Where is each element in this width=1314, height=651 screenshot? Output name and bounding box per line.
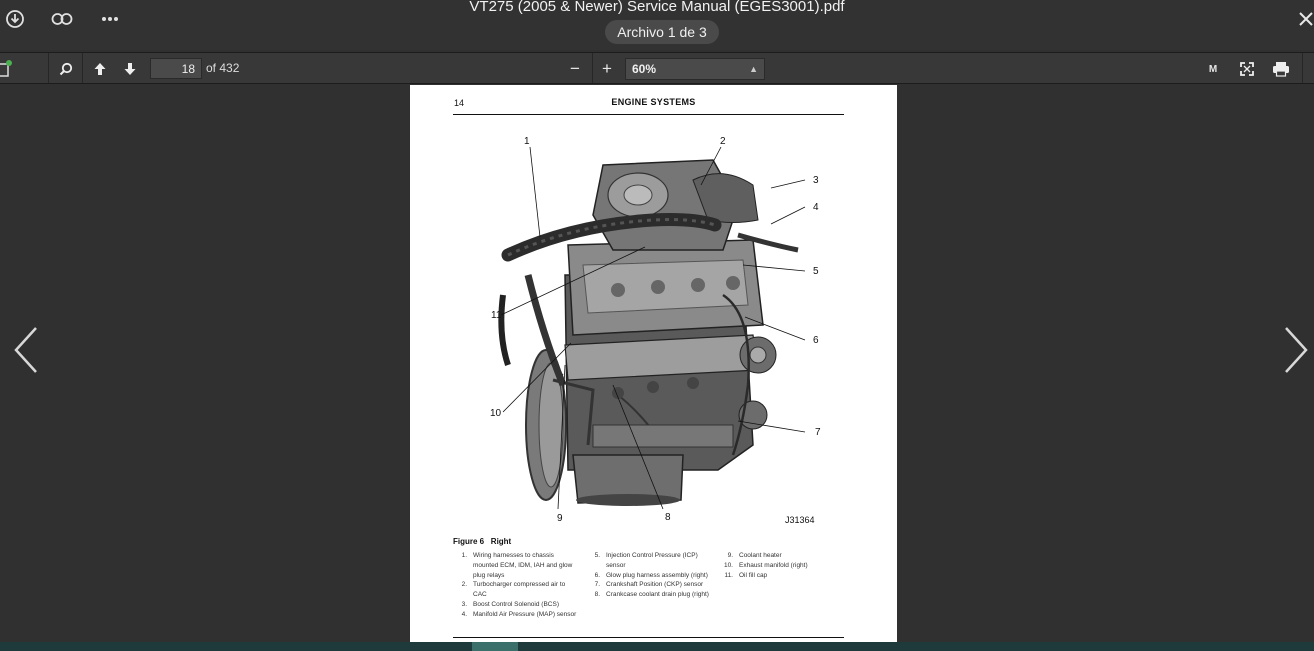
previous-file-arrow-icon[interactable] bbox=[8, 320, 48, 380]
legend-item: 5. Injection Control Pressure (ICP) senso… bbox=[594, 552, 698, 569]
engine-illustration: 1 2 3 4 5 6 7 8 9 10 11 J31364 bbox=[490, 136, 821, 525]
prev-page-icon[interactable] bbox=[88, 57, 112, 81]
next-page-icon[interactable] bbox=[118, 57, 142, 81]
pdf-toolbar: of 432 − + 60% ▲ M bbox=[0, 52, 1314, 84]
legend-column-3: 9. Coolant heater 10. Exhaust manifold (ri… bbox=[720, 551, 843, 580]
toolbar-divider bbox=[48, 53, 49, 83]
legend-item: 2. Turbocharger compressed air to CAC bbox=[461, 581, 566, 599]
callout-10: 10 bbox=[490, 408, 502, 419]
zoom-out-button[interactable]: − bbox=[564, 57, 586, 81]
callout-2: 2 bbox=[720, 136, 726, 147]
callout-3: 3 bbox=[813, 175, 819, 186]
header-rule bbox=[453, 114, 844, 115]
page-header: ENGINE SYSTEMS bbox=[611, 97, 696, 107]
page-total-label: of 432 bbox=[206, 61, 240, 75]
legend-item: 7. Crankshaft Position (CKP) sensor bbox=[594, 581, 704, 589]
sidebar-icon[interactable] bbox=[0, 57, 14, 81]
legend-column-2: 5. Injection Control Pressure (ICP) senso… bbox=[587, 551, 710, 600]
legend-item: 9. Coolant heater bbox=[727, 552, 782, 559]
close-icon[interactable] bbox=[1293, 6, 1314, 32]
callout-9: 9 bbox=[557, 513, 563, 524]
print-icon[interactable] bbox=[1269, 57, 1293, 81]
callout-5: 5 bbox=[813, 266, 819, 277]
pdf-page: 1 4 ENGINE SYSTEMS 1 2 3 4 5 6 7 8 9 10 1… bbox=[410, 85, 897, 642]
zoom-value: 60% bbox=[632, 62, 657, 76]
pdf-viewer-app: VT275 (2005 & Newer) Service Manual (EGE… bbox=[0, 0, 1314, 651]
callout-4: 4 bbox=[813, 202, 819, 213]
legend-column-1: 1. Wiring harnesses to chassis mounted EC… bbox=[454, 551, 577, 620]
zoom-in-button[interactable]: + bbox=[596, 57, 618, 81]
next-file-arrow-icon[interactable] bbox=[1274, 320, 1314, 380]
callout-6: 6 bbox=[813, 335, 819, 346]
chevron-updown-icon: ▲ bbox=[749, 64, 758, 74]
callout-7: 7 bbox=[815, 427, 821, 438]
engine-drawing bbox=[498, 159, 799, 506]
callout-8: 8 bbox=[665, 512, 671, 523]
legend-item: 10. Exhaust manifold (right) bbox=[723, 561, 808, 569]
zoom-select[interactable]: 60% ▲ bbox=[625, 58, 765, 80]
legend-item: 1. Wiring harnesses to chassis mounted EC… bbox=[461, 552, 573, 579]
toolbar-divider bbox=[82, 53, 83, 83]
file-title: VT275 (2005 & Newer) Service Manual (EGE… bbox=[469, 0, 845, 15]
legend-item: 6. Glow plug harness assembly (right) bbox=[594, 571, 708, 579]
fullscreen-icon[interactable] bbox=[1236, 57, 1258, 81]
status-accent-segment bbox=[472, 642, 518, 651]
figure-id: J31364 bbox=[785, 515, 815, 525]
footer-rule bbox=[453, 637, 844, 638]
bottom-status-strip bbox=[0, 642, 1314, 651]
legend-item: 11. Oil fill cap bbox=[724, 571, 768, 579]
search-icon[interactable] bbox=[54, 57, 78, 81]
top-bar: VT275 (2005 & Newer) Service Manual (EGE… bbox=[0, 0, 1314, 50]
toolbar-divider bbox=[592, 53, 593, 83]
legend-item: 3. Boost Control Solenoid (BCS) bbox=[461, 600, 559, 608]
legend-item: 8. Crankcase coolant drain plug (right) bbox=[594, 591, 709, 599]
legend-item: 4. Manifold Air Pressure (MAP) sensor bbox=[461, 610, 577, 618]
callout-11: 11 bbox=[491, 310, 502, 321]
presentation-mode-button[interactable]: M bbox=[1203, 57, 1223, 81]
toolbar-divider bbox=[1302, 53, 1303, 83]
document-viewer[interactable]: 1 4 ENGINE SYSTEMS 1 2 3 4 5 6 7 8 9 10 1… bbox=[0, 85, 1314, 642]
figure-caption: Figure 6 Right bbox=[453, 537, 512, 546]
page-number-input[interactable] bbox=[150, 58, 202, 79]
callout-1: 1 bbox=[524, 136, 530, 147]
file-counter: Archivo 1 de 3 bbox=[605, 20, 719, 44]
